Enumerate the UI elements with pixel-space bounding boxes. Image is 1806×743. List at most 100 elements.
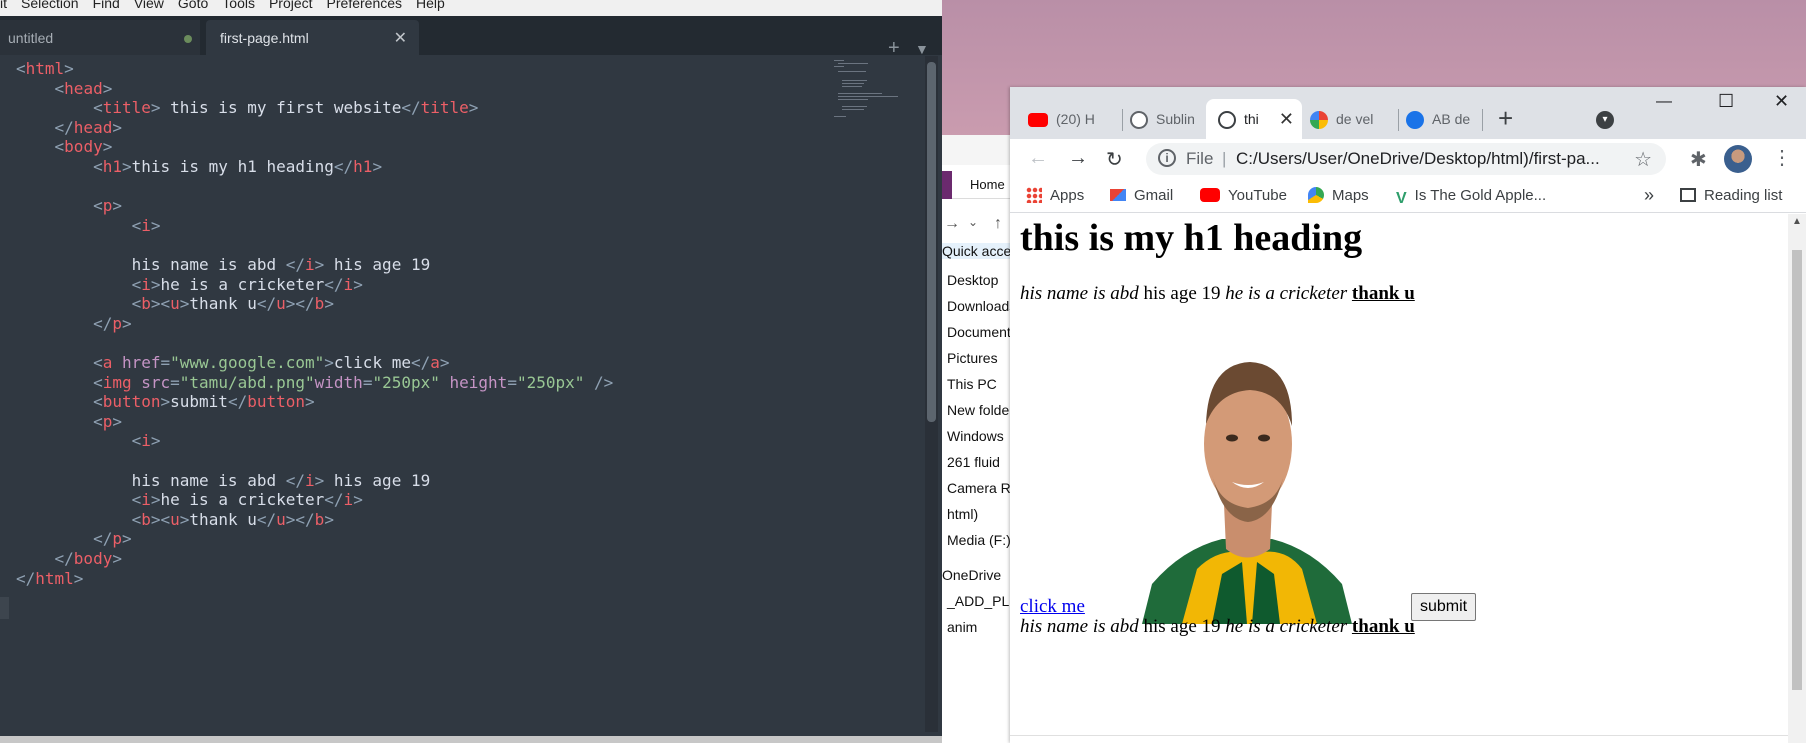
new-tab-plus-icon[interactable]: + bbox=[1498, 103, 1513, 134]
chevron-double-right-icon[interactable]: » bbox=[1644, 185, 1654, 206]
nav-pane-item[interactable]: anim bbox=[947, 619, 977, 635]
menu-item[interactable]: Find bbox=[93, 0, 120, 11]
editor-scrollbar[interactable] bbox=[927, 62, 936, 422]
nav-pane-item[interactable]: Desktop bbox=[947, 272, 998, 288]
nav-pane-item[interactable]: New folder bbox=[947, 402, 1012, 418]
quick-access-toolbar bbox=[942, 135, 1012, 165]
ribbon-tab-home[interactable]: Home bbox=[942, 171, 1012, 199]
chevron-down-icon[interactable]: ▼ bbox=[915, 41, 929, 57]
browser-tab-label: AB de bbox=[1432, 111, 1471, 127]
browser-tab[interactable]: (20) H bbox=[1028, 99, 1116, 139]
nav-pane-item[interactable]: html) bbox=[947, 506, 978, 522]
nav-pane-item[interactable]: 261 fluid bbox=[947, 454, 1000, 470]
minimap[interactable] bbox=[830, 58, 900, 128]
avatar[interactable] bbox=[1724, 145, 1752, 173]
apps-grid-icon bbox=[1026, 187, 1042, 203]
code-token: > bbox=[102, 78, 113, 98]
code-token: "250px" bbox=[516, 372, 595, 392]
nav-pane-item[interactable]: _ADD_PLU bbox=[947, 593, 1012, 609]
tab-search-icon[interactable]: ▾ bbox=[1596, 111, 1614, 129]
browser-tab-label: (20) H bbox=[1056, 111, 1095, 127]
star-icon[interactable]: ☆ bbox=[1634, 147, 1652, 172]
menu-item[interactable]: Help bbox=[416, 0, 445, 11]
code-token: < bbox=[131, 215, 142, 235]
menu-item[interactable]: Tools bbox=[222, 0, 255, 11]
nav-pane-item[interactable]: Documents bbox=[947, 324, 1012, 340]
bookmark-youtube[interactable]: YouTube bbox=[1200, 187, 1287, 204]
scroll-up-arrow-icon[interactable]: ▲ bbox=[1792, 216, 1802, 227]
scroll-thumb[interactable] bbox=[1792, 250, 1802, 690]
browser-tab[interactable]: de vel bbox=[1310, 99, 1390, 139]
nav-pane-item[interactable]: Downloads bbox=[947, 298, 1012, 314]
code-token: < bbox=[16, 59, 26, 78]
code-token: head bbox=[73, 117, 113, 137]
menu-item[interactable]: Project bbox=[269, 0, 313, 11]
browser-tab[interactable]: Sublin bbox=[1130, 99, 1210, 139]
forward-arrow-icon[interactable]: → bbox=[1068, 147, 1088, 170]
url-text[interactable]: C:/Users/User/OneDrive/Desktop/html)/fir… bbox=[1236, 149, 1600, 169]
close-icon[interactable]: ✕ bbox=[1279, 109, 1294, 130]
file-tab[interactable] bbox=[942, 171, 952, 199]
minimize-icon[interactable]: — bbox=[1656, 93, 1672, 111]
up-arrow-icon[interactable]: ↑ bbox=[994, 215, 1002, 233]
code-token: > bbox=[468, 98, 479, 118]
editor-horizontal-scrollbar[interactable] bbox=[0, 736, 942, 743]
reading-list-button[interactable]: Reading list bbox=[1680, 187, 1782, 204]
nav-pane-item[interactable]: Camera R bbox=[947, 480, 1011, 496]
close-window-icon[interactable]: ✕ bbox=[1774, 91, 1789, 112]
browser-tab[interactable]: AB de bbox=[1406, 99, 1486, 139]
menu-item[interactable]: View bbox=[134, 0, 164, 11]
code-token: > bbox=[314, 255, 334, 274]
italic-name: his name is abd bbox=[1020, 283, 1139, 304]
code-token: his age 19 bbox=[333, 470, 431, 490]
submit-button[interactable]: submit bbox=[1411, 593, 1477, 621]
code-token: > bbox=[121, 157, 132, 176]
nav-pane-item[interactable]: Quick access bbox=[942, 243, 1012, 259]
code-token: > bbox=[439, 353, 450, 372]
bookmark-gold-apple[interactable]: V Is The Gold Apple... bbox=[1396, 187, 1546, 207]
nav-pane-item[interactable]: OneDrive bbox=[942, 567, 1001, 583]
bookmark-maps[interactable]: Maps bbox=[1308, 187, 1369, 204]
nav-pane-item[interactable]: This PC bbox=[947, 376, 997, 392]
menu-item[interactable]: it bbox=[0, 0, 7, 11]
code-token: > bbox=[150, 431, 161, 451]
code-token: < bbox=[54, 78, 65, 98]
code-editor[interactable]: <html> <head> <title> this is my first w… bbox=[0, 56, 920, 738]
menu-item[interactable]: Goto bbox=[178, 0, 208, 11]
scheme-label: File bbox=[1186, 149, 1214, 168]
nav-pane-item[interactable]: Media (F:) bbox=[947, 532, 1011, 548]
code-token: i bbox=[343, 274, 354, 294]
code-token: button bbox=[102, 392, 161, 412]
kebab-menu-icon[interactable]: ⋮ bbox=[1772, 145, 1792, 170]
code-token: > bbox=[324, 294, 334, 314]
click-me-link[interactable]: click me bbox=[1020, 596, 1085, 618]
code-token: i bbox=[141, 490, 151, 510]
page-scrollbar[interactable]: ▲ bbox=[1788, 214, 1806, 743]
code-token: b bbox=[141, 294, 151, 314]
bookmark-gmail[interactable]: Gmail bbox=[1110, 187, 1173, 204]
forward-arrow-icon[interactable]: → bbox=[944, 215, 960, 233]
plus-icon[interactable]: + bbox=[888, 38, 900, 58]
bookmark-apps[interactable]: Apps bbox=[1026, 187, 1084, 204]
tab-untitled[interactable]: untitled bbox=[0, 20, 200, 55]
nav-pane-item[interactable]: Pictures bbox=[947, 350, 998, 366]
chevron-down-icon[interactable]: ⌄ bbox=[968, 215, 978, 229]
info-icon[interactable]: i bbox=[1158, 149, 1176, 167]
tab-first-page[interactable]: first-page.html ✕ bbox=[206, 20, 419, 55]
menu-item[interactable]: Selection bbox=[21, 0, 79, 11]
nav-pane-item[interactable]: Windows bbox=[947, 428, 1004, 444]
address-bar[interactable]: i File | C:/Users/User/OneDrive/Desktop/… bbox=[1146, 143, 1666, 175]
maximize-icon[interactable]: ☐ bbox=[1718, 91, 1734, 112]
reload-icon[interactable]: ↻ bbox=[1106, 147, 1123, 172]
code-token: u bbox=[276, 509, 286, 529]
google-icon bbox=[1310, 111, 1328, 130]
menu-item[interactable]: Preferences bbox=[327, 0, 402, 11]
extensions-puzzle-icon[interactable]: ✱ bbox=[1690, 147, 1707, 172]
browser-tab-active[interactable]: thi ✕ bbox=[1206, 99, 1302, 139]
back-arrow-icon[interactable]: ← bbox=[1028, 147, 1048, 170]
close-icon[interactable]: ✕ bbox=[394, 28, 407, 48]
